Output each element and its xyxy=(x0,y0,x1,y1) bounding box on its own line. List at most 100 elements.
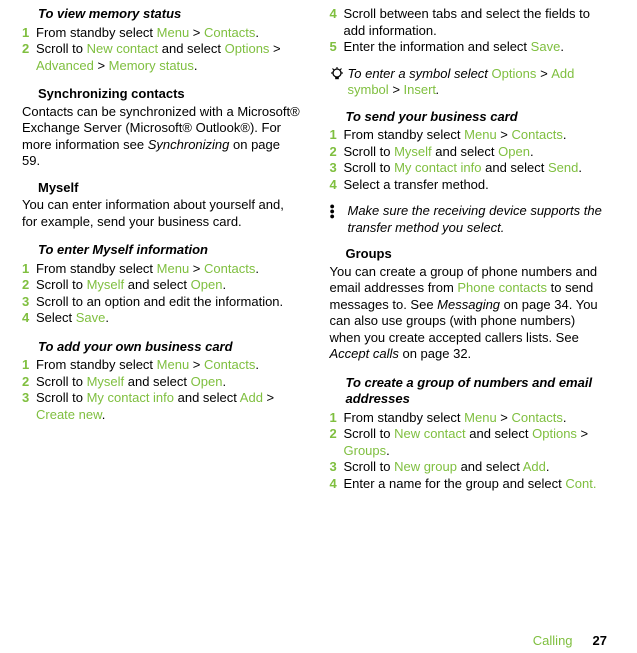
step-text: Scroll to Myself and select Open. xyxy=(36,374,302,391)
menu-link: My contact info xyxy=(87,390,174,405)
menu-link: Menu xyxy=(157,357,190,372)
paragraph: You can create a group of phone numbers … xyxy=(330,264,610,363)
text: > xyxy=(536,66,551,81)
step-text: From standby select Menu > Contacts. xyxy=(36,25,302,42)
text: Scroll to xyxy=(36,41,87,56)
tip-text: To enter a symbol select Options > Add s… xyxy=(348,66,610,99)
text: From standby select xyxy=(344,410,465,425)
text: > xyxy=(189,357,204,372)
text: . xyxy=(436,82,440,97)
text: > xyxy=(263,390,274,405)
manual-page: To view memory status 1 From standby sel… xyxy=(0,0,637,653)
text: and select xyxy=(174,390,240,405)
step-text: From standby select Menu > Contacts. xyxy=(344,127,610,144)
step-text: Scroll to New contact and select Options… xyxy=(344,426,610,459)
heading-sync-contacts: Synchronizing contacts xyxy=(38,86,302,103)
step-number: 5 xyxy=(330,39,344,56)
menu-link: Add xyxy=(240,390,263,405)
menu-link: New group xyxy=(394,459,457,474)
text: From standby select xyxy=(36,25,157,40)
paragraph: Contacts can be synchronized with a Micr… xyxy=(22,104,302,170)
text: Scroll to xyxy=(36,374,87,389)
text: and select xyxy=(457,459,523,474)
text: and select xyxy=(432,144,499,159)
reference-ital: Synchronizing xyxy=(148,137,230,152)
text: . xyxy=(563,410,567,425)
step-number: 2 xyxy=(22,277,36,294)
menu-link: Contacts xyxy=(204,25,255,40)
text: > xyxy=(577,426,588,441)
text: Scroll to xyxy=(344,144,395,159)
step: 5 Enter the information and select Save. xyxy=(330,39,610,56)
step-number: 3 xyxy=(22,294,36,311)
menu-link: Myself xyxy=(87,277,125,292)
menu-link: Options xyxy=(225,41,270,56)
menu-link: Menu xyxy=(157,25,190,40)
text: > xyxy=(94,58,109,73)
menu-link: Menu xyxy=(464,410,497,425)
text: . xyxy=(560,39,564,54)
text: and select xyxy=(466,426,533,441)
menu-link: New contact xyxy=(394,426,466,441)
step: 2 Scroll to New contact and select Optio… xyxy=(22,41,302,74)
step-text: From standby select Menu > Contacts. xyxy=(36,357,302,374)
text: . xyxy=(102,407,106,422)
menu-link: Phone contacts xyxy=(457,280,547,295)
lightbulb-icon xyxy=(330,66,348,88)
menu-link: Menu xyxy=(464,127,497,142)
step-text: From standby select Menu > Contacts. xyxy=(36,261,302,278)
text: . xyxy=(578,160,582,175)
paragraph: You can enter information about yourself… xyxy=(22,197,302,230)
menu-link: Insert xyxy=(404,82,437,97)
step-number: 1 xyxy=(22,261,36,278)
menu-link: My contact info xyxy=(394,160,481,175)
step: 4 Enter a name for the group and select … xyxy=(330,476,610,493)
text: Enter the information and select xyxy=(344,39,531,54)
menu-link: Create new xyxy=(36,407,102,422)
step-number: 4 xyxy=(330,6,344,39)
step: 1 From standby select Menu > Contacts. xyxy=(330,127,610,144)
step-text: Scroll to an option and edit the informa… xyxy=(36,294,302,311)
step-number: 1 xyxy=(330,127,344,144)
text: Scroll to xyxy=(36,277,87,292)
menu-link: Open xyxy=(191,277,223,292)
text: Scroll to xyxy=(344,160,395,175)
menu-link: Cont. xyxy=(565,476,596,491)
step: 3 Scroll to My contact info and select A… xyxy=(22,390,302,423)
heading-enter-myself-info: To enter Myself information xyxy=(38,242,302,259)
text: . xyxy=(530,144,534,159)
tip-text: Make sure the receiving device supports … xyxy=(348,203,610,236)
heading-groups: Groups xyxy=(346,246,610,263)
heading-myself: Myself xyxy=(38,180,302,197)
step: 2 Scroll to Myself and select Open. xyxy=(330,144,610,161)
left-column: To view memory status 1 From standby sel… xyxy=(22,6,302,492)
reference-ital: Messaging xyxy=(437,297,500,312)
text: . xyxy=(222,277,226,292)
text: Scroll to xyxy=(36,390,87,405)
text: Scroll to xyxy=(344,426,395,441)
text: . xyxy=(105,310,109,325)
tip-symbol: To enter a symbol select Options > Add s… xyxy=(330,66,610,99)
step-text: Scroll to My contact info and select Sen… xyxy=(344,160,610,177)
right-column: 4 Scroll between tabs and select the fie… xyxy=(330,6,610,492)
menu-link: Myself xyxy=(394,144,432,159)
menu-link: New contact xyxy=(87,41,159,56)
text: on page 32. xyxy=(399,346,471,361)
heading-add-business-card: To add your own business card xyxy=(38,339,302,356)
reference-ital: Accept calls xyxy=(330,346,399,361)
menu-link: Open xyxy=(498,144,530,159)
text: From standby select xyxy=(344,127,465,142)
menu-link: Memory status xyxy=(109,58,194,73)
text: Select xyxy=(36,310,76,325)
menu-link: Add xyxy=(523,459,546,474)
menu-link: Save xyxy=(76,310,106,325)
step-text: Select a transfer method. xyxy=(344,177,610,194)
info-dots-icon: ●●● xyxy=(330,203,348,219)
page-footer: Calling27 xyxy=(533,633,607,650)
text: Scroll to xyxy=(344,459,395,474)
step: 3 Scroll to New group and select Add. xyxy=(330,459,610,476)
step-text: Scroll between tabs and select the field… xyxy=(344,6,610,39)
text: To enter a symbol select xyxy=(348,66,492,81)
text: > xyxy=(389,82,404,97)
text: . xyxy=(386,443,390,458)
